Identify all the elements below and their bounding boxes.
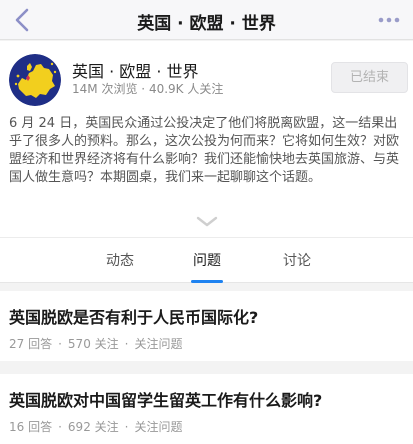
chevron-down-icon bbox=[196, 216, 218, 227]
topic-card: 英国 · 欧盟 · 世界 14M 次浏览 · 40.9K 人关注 已结束 6 月… bbox=[0, 41, 413, 237]
follow-count: 570 关注 bbox=[67, 337, 119, 351]
topic-title: 英国 · 欧盟 · 世界 bbox=[72, 62, 199, 81]
tab-bar: 动态 问题 讨论 bbox=[0, 237, 413, 283]
meta-separator: · bbox=[58, 337, 62, 351]
follow-count: 692 关注 bbox=[67, 420, 119, 434]
question-meta: 16 回答 · 692 关注 · 关注问题 bbox=[9, 418, 183, 435]
ellipsis-icon bbox=[378, 17, 400, 23]
question-item[interactable]: 英国脱欧是否有利于人民币国际化? 27 回答 · 570 关注 · 关注问题 bbox=[0, 291, 413, 361]
meta-separator: · bbox=[58, 420, 62, 434]
question-title[interactable]: 英国脱欧对中国留学生留英工作有什么影响? bbox=[9, 387, 322, 411]
navigation-bar: 英国 · 欧盟 · 世界 bbox=[0, 0, 413, 40]
more-button[interactable] bbox=[375, 6, 403, 34]
followers-count: 40.9K 人关注 bbox=[148, 82, 224, 96]
question-title[interactable]: 英国脱欧是否有利于人民币国际化? bbox=[9, 304, 258, 328]
question-item[interactable]: 英国脱欧对中国留学生留英工作有什么影响? 16 回答 · 692 关注 · 关注问题 bbox=[0, 374, 413, 444]
answer-count: 16 回答 bbox=[9, 420, 53, 434]
meta-separator: · bbox=[124, 337, 129, 351]
follow-question-link[interactable]: 关注问题 bbox=[134, 335, 182, 352]
expand-button[interactable] bbox=[195, 214, 219, 228]
views-count: 14M 次浏览 bbox=[72, 82, 138, 96]
answer-count: 27 回答 bbox=[9, 337, 53, 351]
topic-avatar[interactable] bbox=[9, 54, 61, 106]
topic-stats: 14M 次浏览 · 40.9K 人关注 bbox=[72, 80, 223, 97]
tab-questions[interactable]: 问题 bbox=[177, 250, 237, 270]
follow-question-link[interactable]: 关注问题 bbox=[134, 418, 182, 435]
question-meta: 27 回答 · 570 关注 · 关注问题 bbox=[9, 335, 183, 352]
tab-activity[interactable]: 动态 bbox=[90, 250, 150, 270]
eu-map-icon bbox=[9, 54, 61, 106]
meta-separator: · bbox=[124, 420, 129, 434]
tab-discussion[interactable]: 讨论 bbox=[267, 250, 327, 270]
stats-separator: · bbox=[141, 82, 146, 96]
active-tab-indicator bbox=[191, 280, 223, 283]
page-title: 英国 · 欧盟 · 世界 bbox=[137, 14, 276, 34]
ended-status-button[interactable]: 已结束 bbox=[331, 62, 408, 93]
topic-description: 6 月 24 日，英国民众通过公投决定了他们将脱离欧盟，这一结果出乎了很多人的预… bbox=[9, 116, 400, 185]
